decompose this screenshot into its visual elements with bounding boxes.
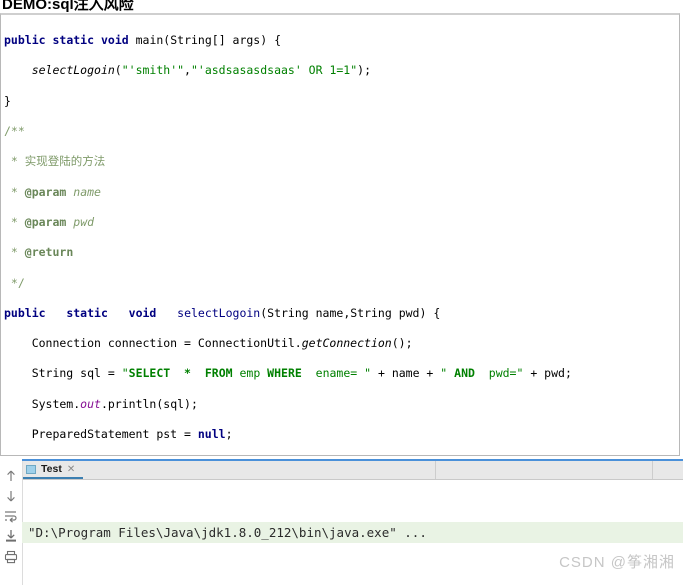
print-icon[interactable] [3, 549, 19, 565]
code-line: /** [4, 124, 25, 139]
code-line: public static void main(String[] args) { [4, 33, 282, 48]
code-line: } [4, 93, 11, 108]
code-line: System.out.println(sql); [4, 396, 198, 411]
code-line: * 实现登陆的方法 [4, 154, 106, 169]
scroll-to-end-icon[interactable] [3, 528, 19, 544]
code-line: * @param name [4, 184, 101, 199]
scroll-down-icon[interactable] [3, 488, 19, 504]
run-configuration-icon [26, 464, 36, 474]
page-title: DEMO:sql注入风险 [2, 0, 134, 13]
code-content[interactable]: public static void main(String[] args) {… [1, 15, 679, 455]
code-line: selectLogoin("'smith'","'asdsasasdsaas' … [31, 63, 372, 78]
tab-test-label: Test [41, 463, 62, 475]
code-line: * @param pwd [4, 214, 95, 229]
code-editor-panel[interactable]: public static void main(String[] args) {… [0, 13, 680, 456]
console-line-command: "D:\Program Files\Java\jdk1.8.0_212\bin\… [22, 522, 683, 543]
code-line: * @return [4, 245, 74, 260]
code-line: Connection connection = ConnectionUtil.g… [4, 336, 413, 351]
tab-strip-separator [435, 461, 436, 479]
close-icon[interactable]: ✕ [67, 464, 75, 475]
code-line: */ [4, 275, 25, 290]
csdn-watermark: CSDN @筝湘湘 [559, 554, 675, 571]
soft-wrap-icon[interactable] [3, 508, 19, 524]
tab-test[interactable]: Test ✕ [22, 461, 84, 479]
code-line: String sql = "SELECT * FROM emp WHERE en… [4, 366, 572, 381]
scroll-up-icon[interactable] [3, 468, 19, 484]
console-tab-strip: Test ✕ [22, 461, 683, 480]
code-line: PreparedStatement pst = null; [4, 427, 233, 442]
tab-strip-separator [652, 461, 653, 479]
console-toolbar [0, 461, 23, 585]
code-line: public static void selectLogoin(String n… [4, 305, 441, 320]
